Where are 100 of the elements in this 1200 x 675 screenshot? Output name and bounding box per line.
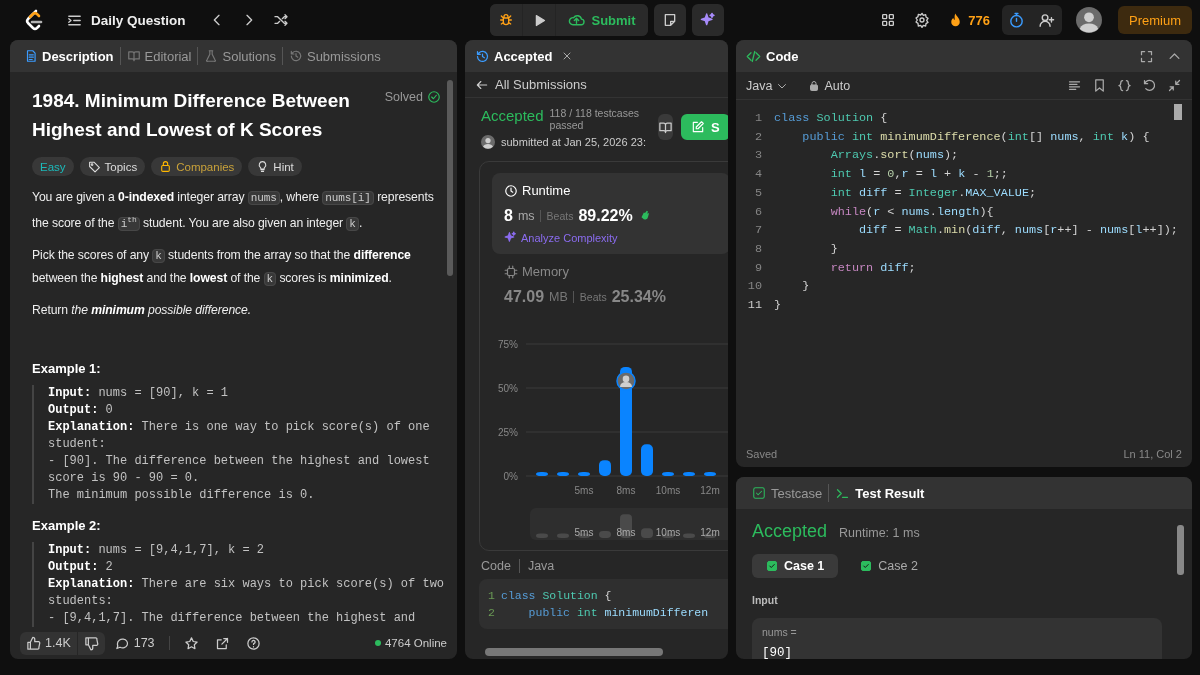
avatar-marker bbox=[616, 371, 636, 391]
notes-button[interactable] bbox=[653, 4, 686, 36]
tab[interactable]: Testcase bbox=[746, 484, 829, 502]
chart-bar[interactable] bbox=[599, 460, 611, 476]
tag-chip[interactable]: Companies bbox=[151, 157, 243, 176]
axis-label: 0% bbox=[503, 471, 518, 482]
result-status: Accepted bbox=[752, 521, 828, 542]
range-selector[interactable] bbox=[530, 508, 728, 540]
braces-icon bbox=[1117, 78, 1132, 93]
line-number: 6 bbox=[753, 203, 763, 221]
axis-label: 75% bbox=[498, 339, 518, 350]
fullscreen-button[interactable] bbox=[1139, 48, 1154, 64]
lock-icon bbox=[808, 79, 821, 92]
add-user-icon bbox=[1038, 11, 1056, 29]
line-number: 5 bbox=[753, 184, 763, 202]
chart-bar[interactable] bbox=[578, 472, 590, 476]
metric-label: Memory bbox=[522, 264, 569, 279]
chart-bar[interactable] bbox=[557, 472, 569, 476]
description-paragraph: Return the minimum possible difference. bbox=[32, 301, 253, 319]
tag-chip[interactable]: Topics bbox=[79, 157, 146, 176]
sparkle-icon bbox=[699, 12, 716, 28]
tag-chip[interactable]: Hint bbox=[248, 157, 302, 176]
undo-icon bbox=[1142, 78, 1157, 93]
assistant-button[interactable] bbox=[691, 4, 724, 36]
scrollbar[interactable] bbox=[447, 80, 453, 276]
line-number: 1 bbox=[487, 588, 496, 604]
code-line: class Solution { bbox=[774, 110, 888, 127]
case-tab[interactable]: Case 1 bbox=[752, 554, 839, 578]
mode-label: Auto bbox=[824, 78, 851, 93]
scrollbar[interactable] bbox=[1177, 525, 1184, 575]
cursor-position: Ln 11, Col 2 bbox=[1123, 448, 1182, 460]
code-line: } bbox=[829, 240, 838, 258]
problem-title: 1984. Minimum Difference Between Highest and Lowest of K Scores bbox=[32, 89, 351, 142]
runtime-label: Runtime: 1 ms bbox=[839, 526, 920, 540]
history-icon bbox=[288, 49, 303, 63]
check-circle-icon bbox=[427, 90, 441, 104]
submitted-time: submitted at Jan 25, 2026 23: bbox=[501, 136, 646, 148]
chart-bar[interactable] bbox=[536, 472, 548, 476]
settings-icon bbox=[914, 12, 931, 28]
beats-percent: 89.22% bbox=[578, 207, 633, 225]
tab[interactable]: Submissions bbox=[281, 47, 387, 65]
chart-bar[interactable] bbox=[641, 444, 653, 476]
tab[interactable]: Description bbox=[18, 47, 120, 65]
input-label: Input bbox=[752, 594, 779, 606]
variable-value: [90] bbox=[762, 646, 793, 659]
axis-label: 10ms bbox=[655, 485, 681, 496]
streak-counter[interactable]: 776 bbox=[947, 11, 990, 29]
debug-button[interactable] bbox=[490, 4, 523, 36]
code-icon bbox=[746, 48, 761, 64]
chip-icon bbox=[504, 264, 518, 279]
online-dot bbox=[374, 640, 381, 646]
case-tab[interactable]: Case 2 bbox=[846, 554, 932, 578]
line-number: 7 bbox=[753, 222, 763, 240]
document-icon bbox=[24, 49, 38, 63]
axis-label: 12m bbox=[700, 527, 720, 538]
sparkle-icon bbox=[504, 231, 517, 244]
description-paragraph: You are given a 0-indexed integer array nums , where nums[i] represents the score of the i$^{th}$ student. You are also given an integer k . bbox=[32, 189, 435, 233]
code-line: int diff = Integer.MAX_VALUE; bbox=[829, 184, 1037, 202]
language-dropdown[interactable]: Java bbox=[744, 76, 791, 95]
axis-label: 8ms bbox=[616, 485, 636, 496]
tab[interactable]: Solutions bbox=[197, 47, 282, 65]
example-line: Input: nums = [90], k = 1 bbox=[48, 384, 230, 402]
metric-card[interactable]: Runtime 8 ms Beats 89.22% Analyze Complexity bbox=[492, 173, 728, 254]
avatar bbox=[481, 135, 495, 149]
example-heading: Example 2: bbox=[32, 517, 102, 534]
example-line: Output: 0 bbox=[48, 401, 114, 419]
all-submissions-link[interactable]: All Submissions bbox=[465, 72, 728, 98]
metric-unit: ms bbox=[517, 209, 535, 223]
submit-button[interactable]: Submit bbox=[556, 4, 648, 36]
shuffle-icon bbox=[272, 12, 289, 28]
thumbs-down-icon bbox=[83, 635, 99, 651]
code-line: class Solution { bbox=[501, 588, 612, 604]
difficulty-tag[interactable]: Easy bbox=[32, 157, 74, 176]
tab[interactable]: Test Result bbox=[828, 484, 931, 502]
code-line: return diff; bbox=[829, 259, 916, 277]
line-number: 8 bbox=[753, 240, 763, 258]
flask-icon bbox=[204, 49, 219, 63]
save-status: Saved bbox=[746, 448, 778, 460]
scrollbar[interactable] bbox=[485, 648, 663, 656]
tab[interactable]: Editorial bbox=[119, 47, 198, 65]
language-label: Java bbox=[518, 559, 555, 573]
scrollbar[interactable] bbox=[1174, 104, 1182, 120]
bug-icon bbox=[498, 12, 515, 28]
check-icon bbox=[860, 560, 873, 572]
metric-card[interactable]: Memory 47.09 MB Beats 25.34% bbox=[492, 254, 728, 316]
problem-list-link[interactable]: Daily Question bbox=[66, 11, 186, 29]
code-line: } bbox=[801, 278, 810, 296]
code-line: public int minimumDifference(int[] nums, int k) { bbox=[801, 128, 1150, 146]
comments-button[interactable]: 173 bbox=[108, 631, 161, 655]
editorial-button[interactable] bbox=[657, 114, 673, 140]
chart-bar[interactable] bbox=[662, 472, 674, 476]
axis-label: 50% bbox=[498, 383, 518, 394]
line-number: 1 bbox=[753, 110, 763, 127]
comment-icon bbox=[114, 635, 130, 651]
description-paragraph: Pick the scores of any k students from the array so that the difference between the highest and the lowest of the k scores is minimized. bbox=[32, 246, 412, 288]
line-number: 10 bbox=[746, 278, 763, 296]
chart-bar[interactable] bbox=[683, 472, 695, 476]
run-button[interactable] bbox=[523, 4, 556, 36]
premium-button[interactable]: Premium bbox=[1118, 6, 1192, 34]
chart-bar[interactable] bbox=[704, 472, 716, 476]
